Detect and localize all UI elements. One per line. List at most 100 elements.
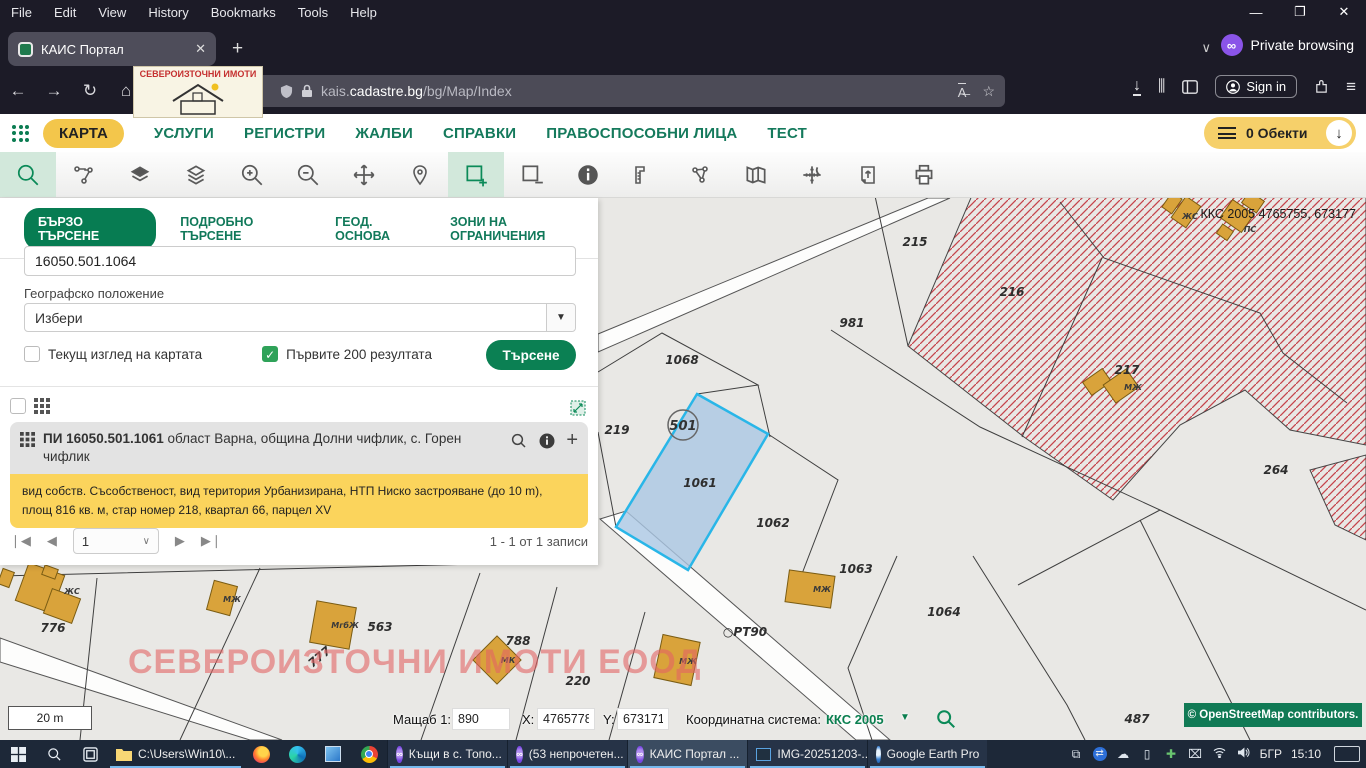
x-input[interactable] bbox=[537, 708, 595, 730]
tool-snap-grid[interactable] bbox=[784, 152, 840, 197]
tray-sync-icon[interactable]: ⇄ bbox=[1093, 747, 1107, 761]
tool-export[interactable] bbox=[840, 152, 896, 197]
window-restore-button[interactable]: ❐ bbox=[1278, 4, 1322, 20]
taskbar-chrome-icon[interactable] bbox=[351, 740, 387, 768]
menu-tools[interactable]: Tools bbox=[287, 5, 339, 20]
tool-search[interactable] bbox=[0, 152, 56, 197]
checkbox-current-map-view[interactable] bbox=[24, 346, 40, 362]
tab-list-chevron-icon[interactable]: ∨ bbox=[1201, 40, 1211, 56]
clock[interactable]: 15:10 bbox=[1291, 747, 1321, 761]
tray-wifi-icon[interactable] bbox=[1212, 747, 1227, 761]
downloads-icon[interactable]: ↓ bbox=[1133, 78, 1141, 96]
taskbar-search-icon[interactable] bbox=[36, 740, 72, 768]
tool-info[interactable] bbox=[560, 152, 616, 197]
result-zoom-icon[interactable] bbox=[510, 432, 528, 450]
menu-edit[interactable]: Edit bbox=[43, 5, 87, 20]
nav-registri[interactable]: РЕГИСТРИ bbox=[244, 125, 325, 142]
apps-grid-icon[interactable] bbox=[12, 125, 29, 142]
window-minimize-button[interactable]: — bbox=[1234, 5, 1278, 20]
forward-icon[interactable]: → bbox=[36, 81, 72, 101]
tool-locate[interactable] bbox=[392, 152, 448, 197]
page-first-icon[interactable]: ❘◀ bbox=[10, 533, 31, 549]
osm-attribution[interactable]: © OpenStreetMap contributors. bbox=[1184, 703, 1362, 727]
tray-windows-icon[interactable]: ⧉ bbox=[1069, 747, 1084, 762]
taskbar-explorer[interactable]: C:\Users\Win10\... bbox=[108, 740, 243, 768]
search-button[interactable]: Търсене bbox=[486, 340, 576, 370]
taskbar-firefox-icon[interactable] bbox=[243, 740, 279, 768]
tool-route[interactable] bbox=[56, 152, 112, 197]
nav-karta[interactable]: КАРТА bbox=[43, 119, 124, 148]
tray-display-icon[interactable]: ▯ bbox=[1140, 747, 1155, 761]
tool-map-sheets[interactable] bbox=[728, 152, 784, 197]
tool-layers-stack[interactable] bbox=[168, 152, 224, 197]
shield-icon[interactable] bbox=[280, 84, 293, 99]
taskbar-edge-icon[interactable] bbox=[279, 740, 315, 768]
objects-counter-button[interactable]: 0 Обекти ↓ bbox=[1204, 117, 1356, 149]
select-dropdown-icon[interactable]: ▼ bbox=[546, 304, 575, 331]
result-add-icon[interactable]: + bbox=[566, 432, 578, 448]
app-menu-icon[interactable]: ≡ bbox=[1346, 77, 1356, 97]
menu-file[interactable]: File bbox=[0, 5, 43, 20]
page-select[interactable]: 1∨ bbox=[73, 528, 159, 554]
crs-dropdown-arrow[interactable]: ▼ bbox=[900, 712, 910, 723]
library-icon[interactable]: ⫼ bbox=[1158, 78, 1165, 96]
tool-select-add[interactable] bbox=[448, 152, 504, 197]
checkbox-first-200[interactable]: ✓ bbox=[262, 346, 278, 362]
tray-onedrive-icon[interactable]: ☁ bbox=[1116, 747, 1131, 761]
sign-in-button[interactable]: Sign in bbox=[1215, 75, 1297, 98]
objects-download-icon[interactable]: ↓ bbox=[1326, 120, 1352, 146]
nav-zhalbi[interactable]: ЖАЛБИ bbox=[355, 125, 413, 142]
task-kais-portal[interactable]: ∞КАИС Портал ... bbox=[627, 740, 747, 768]
tray-power-icon[interactable]: ⌧ bbox=[1188, 747, 1203, 761]
tab-kais-portal[interactable]: КАИС Портал ✕ bbox=[8, 32, 216, 66]
tool-measure[interactable] bbox=[616, 152, 672, 197]
menu-bookmarks[interactable]: Bookmarks bbox=[200, 5, 287, 20]
back-icon[interactable]: ← bbox=[0, 81, 36, 101]
task-google-earth[interactable]: Google Earth Pro bbox=[867, 740, 987, 768]
nav-uslugi[interactable]: УСЛУГИ bbox=[154, 125, 214, 142]
tab-quick-search[interactable]: БЪРЗО ТЪРСЕНЕ bbox=[24, 208, 156, 250]
tool-print[interactable] bbox=[896, 152, 952, 197]
tab-restriction-zones[interactable]: ЗОНИ НА ОГРАНИЧЕНИЯ bbox=[450, 215, 598, 243]
start-button[interactable] bbox=[0, 740, 36, 768]
tool-pan[interactable] bbox=[336, 152, 392, 197]
translate-icon[interactable]: A̶ bbox=[958, 83, 967, 100]
menu-view[interactable]: View bbox=[87, 5, 137, 20]
task-kashti[interactable]: ∞Къщи в с. Топо... bbox=[387, 740, 507, 768]
menu-history[interactable]: History bbox=[137, 5, 199, 20]
bookmark-star-icon[interactable]: ☆ bbox=[982, 83, 995, 100]
task-unread[interactable]: ∞(53 непрочетен... bbox=[507, 740, 627, 768]
page-next-icon[interactable]: ▶ bbox=[175, 533, 185, 549]
scale-input[interactable] bbox=[452, 708, 510, 730]
result-info-icon[interactable] bbox=[538, 432, 556, 450]
y-input[interactable] bbox=[617, 708, 669, 730]
tray-security-icon[interactable]: ✚ bbox=[1164, 747, 1179, 761]
menu-help[interactable]: Help bbox=[339, 5, 388, 20]
nav-spravki[interactable]: СПРАВКИ bbox=[443, 125, 516, 142]
tab-detailed-search[interactable]: ПОДРОБНО ТЪРСЕНЕ bbox=[180, 215, 311, 243]
tray-volume-icon[interactable] bbox=[1236, 747, 1251, 761]
tool-layers[interactable] bbox=[112, 152, 168, 197]
result-card[interactable]: ПИ 16050.501.1061 област Варна, община Д… bbox=[10, 422, 588, 528]
url-bar[interactable]: kais.cadastre.bg/bg/Map/Index A̶ ☆ bbox=[150, 75, 1005, 107]
tab-geodetic-basis[interactable]: ГЕОД. ОСНОВА bbox=[335, 215, 426, 243]
task-img-viewer[interactable]: IMG-20251203-... bbox=[747, 740, 867, 768]
task-view-icon[interactable] bbox=[72, 740, 108, 768]
window-close-button[interactable]: ✕ bbox=[1322, 4, 1366, 20]
extension-icon[interactable] bbox=[1314, 79, 1329, 94]
search-input[interactable] bbox=[24, 246, 576, 276]
tool-select-remove[interactable] bbox=[504, 152, 560, 197]
taskbar-photos-icon[interactable] bbox=[315, 740, 351, 768]
nav-pravosposobni-litsa[interactable]: ПРАВОСПОСОБНИ ЛИЦА bbox=[546, 125, 737, 142]
lock-icon[interactable] bbox=[301, 84, 313, 98]
tool-zoom-out[interactable] bbox=[280, 152, 336, 197]
map-search-icon[interactable] bbox=[935, 708, 957, 730]
reload-icon[interactable]: ↻ bbox=[72, 81, 108, 101]
tool-zoom-in[interactable] bbox=[224, 152, 280, 197]
sidebar-icon[interactable] bbox=[1182, 80, 1198, 94]
select-all-checkbox[interactable] bbox=[10, 398, 26, 414]
tab-close-icon[interactable]: ✕ bbox=[195, 41, 206, 57]
page-last-icon[interactable]: ▶❘ bbox=[201, 533, 222, 549]
grid-view-icon[interactable] bbox=[34, 398, 50, 414]
new-tab-button[interactable]: + bbox=[232, 38, 243, 60]
